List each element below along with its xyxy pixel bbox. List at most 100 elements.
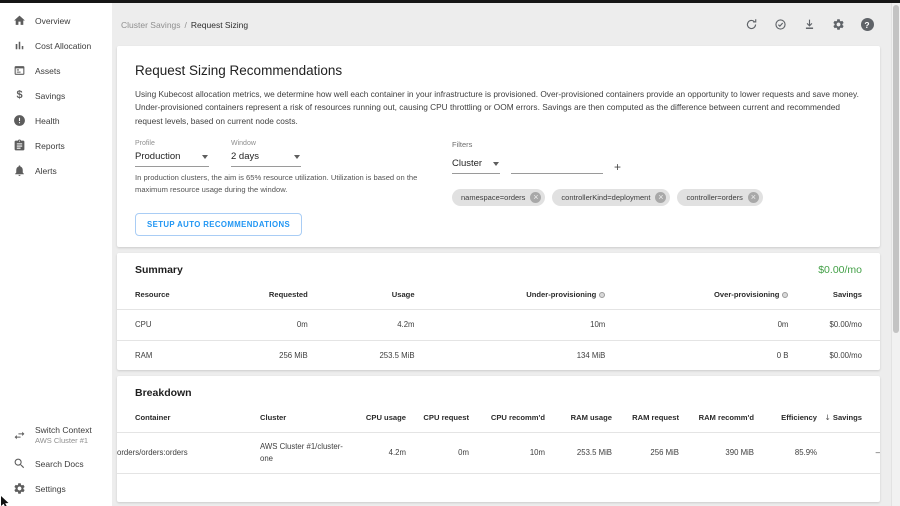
column-header[interactable]: RAM request [612, 406, 679, 433]
breakdown-table: Container Cluster CPU usage CPU request … [117, 406, 880, 473]
column-header[interactable]: Container [117, 406, 260, 433]
sidebar-item-settings[interactable]: Settings [0, 476, 112, 501]
filter-chip: namespace=orders × [452, 189, 545, 206]
total-savings-value: $0.00/mo [818, 264, 862, 276]
sidebar-item-label: Reports [35, 141, 65, 151]
chevron-down-icon [294, 155, 300, 159]
sidebar-item-savings[interactable]: $ Savings [0, 83, 112, 108]
breakdown-card: Breakdown Container Cluster CPU usage CP… [117, 376, 880, 502]
filter-chip: controllerKind=deployment × [552, 189, 670, 206]
breakdown-title: Breakdown [135, 387, 192, 399]
gear-icon [13, 482, 26, 495]
sidebar-item-cost-allocation[interactable]: Cost Allocation [0, 33, 112, 58]
help-icon[interactable]: ? [860, 18, 874, 32]
sidebar-item-label: Assets [35, 66, 61, 76]
profile-select[interactable]: Profile Production [135, 140, 209, 167]
main-area: Cluster Savings / Request Sizing ? Reque… [112, 3, 891, 506]
home-icon [13, 14, 26, 27]
filter-field-value: Cluster [452, 158, 482, 169]
search-docs-label: Search Docs [35, 459, 84, 469]
error-circle-icon [13, 114, 26, 127]
dollar-icon: $ [13, 89, 26, 102]
check-circle-icon[interactable] [773, 18, 787, 32]
sidebar-item-label: Savings [35, 91, 65, 101]
header-icons: ? [744, 18, 874, 32]
filter-value-input[interactable] [511, 161, 603, 174]
close-icon[interactable]: × [530, 192, 541, 203]
sidebar-item-label: Health [35, 116, 60, 126]
summary-card: Summary $0.00/mo Resource Requested Usag… [117, 253, 880, 370]
refresh-icon[interactable] [744, 18, 758, 32]
bar-chart-icon [13, 39, 26, 52]
page-description: Using Kubecost allocation metrics, we de… [135, 88, 862, 128]
bell-icon [13, 164, 26, 177]
gear-icon[interactable] [831, 18, 845, 32]
sidebar-nav: Overview Cost Allocation Assets $ Saving… [0, 3, 112, 183]
sidebar-item-assets[interactable]: Assets [0, 58, 112, 83]
column-header[interactable]: Efficiency [754, 406, 817, 433]
filter-chip: controller=orders × [677, 189, 762, 206]
info-icon[interactable] [782, 292, 788, 298]
close-icon[interactable]: × [655, 192, 666, 203]
setup-auto-recommendations-button[interactable]: SETUP AUTO RECOMMENDATIONS [135, 213, 302, 236]
vertical-scrollbar[interactable] [891, 3, 900, 506]
search-icon [13, 457, 26, 470]
column-header: Resource [117, 283, 231, 310]
sidebar-item-label: Overview [35, 16, 70, 26]
column-header-savings[interactable]: ↓Savings [817, 406, 880, 433]
window-label: Window [231, 140, 301, 147]
breadcrumb-current: Request Sizing [191, 20, 248, 30]
sidebar-item-health[interactable]: Health [0, 108, 112, 133]
column-header: Under-provisioning [415, 283, 606, 310]
window-value: 2 days [231, 151, 259, 162]
sidebar-item-overview[interactable]: Overview [0, 8, 112, 33]
sidebar-footer: Switch Context AWS Cluster #1 Search Doc… [0, 419, 112, 501]
add-filter-button[interactable]: + [614, 161, 621, 174]
column-header: Usage [308, 283, 415, 310]
filter-chips: namespace=orders × controllerKind=deploy… [452, 189, 882, 206]
mouse-cursor [1, 495, 11, 506]
switch-context-label: Switch Context [35, 425, 92, 435]
breadcrumb-separator: / [185, 20, 187, 30]
column-header: Over-provisioning [605, 283, 788, 310]
sidebar-item-reports[interactable]: Reports [0, 133, 112, 158]
profile-value: Production [135, 151, 180, 162]
swap-arrows-icon [13, 429, 26, 442]
sidebar-item-switch-context[interactable]: Switch Context AWS Cluster #1 [0, 419, 112, 451]
info-icon[interactable] [599, 292, 605, 298]
page-title: Request Sizing Recommendations [135, 63, 862, 78]
scrollbar-thumb[interactable] [893, 5, 899, 333]
column-header[interactable]: Cluster [260, 406, 350, 433]
next-row-divider [117, 473, 880, 493]
settings-label: Settings [35, 484, 66, 494]
table-row: RAM 256 MiB 253.5 MiB 134 MiB 0 B $0.00/… [117, 340, 880, 370]
close-icon[interactable]: × [748, 192, 759, 203]
column-header[interactable]: CPU recomm'd [469, 406, 545, 433]
breadcrumb-parent[interactable]: Cluster Savings [121, 20, 181, 30]
column-header: Requested [231, 283, 307, 310]
column-header[interactable]: RAM usage [545, 406, 612, 433]
profile-helper-text: In production clusters, the aim is 65% r… [135, 172, 419, 196]
column-header[interactable]: RAM recomm'd [679, 406, 754, 433]
sidebar-item-label: Alerts [35, 166, 57, 176]
chevron-down-icon [493, 162, 499, 166]
web-asset-icon [13, 64, 26, 77]
summary-table: Resource Requested Usage Under-provision… [117, 283, 880, 370]
download-icon[interactable] [802, 18, 816, 32]
filters-panel: Filters Cluster + namespace=orders × [452, 140, 882, 206]
breadcrumb: Cluster Savings / Request Sizing [121, 20, 248, 30]
header-bar: Cluster Savings / Request Sizing ? [112, 3, 891, 46]
filters-label: Filters [452, 140, 882, 149]
sidebar-item-label: Cost Allocation [35, 41, 91, 51]
column-header[interactable]: CPU request [406, 406, 469, 433]
sidebar-item-alerts[interactable]: Alerts [0, 158, 112, 183]
profile-label: Profile [135, 140, 209, 147]
sidebar-item-search-docs[interactable]: Search Docs [0, 451, 112, 476]
window-top-strip [0, 0, 900, 3]
table-row[interactable]: orders/orders:orders AWS Cluster #1/clus… [117, 433, 880, 473]
request-sizing-card: Request Sizing Recommendations Using Kub… [117, 46, 880, 247]
filter-field-select[interactable]: Cluster [452, 156, 500, 174]
column-header[interactable]: CPU usage [350, 406, 406, 433]
window-select[interactable]: Window 2 days [231, 140, 301, 167]
table-row: CPU 0m 4.2m 10m 0m $0.00/mo [117, 310, 880, 341]
